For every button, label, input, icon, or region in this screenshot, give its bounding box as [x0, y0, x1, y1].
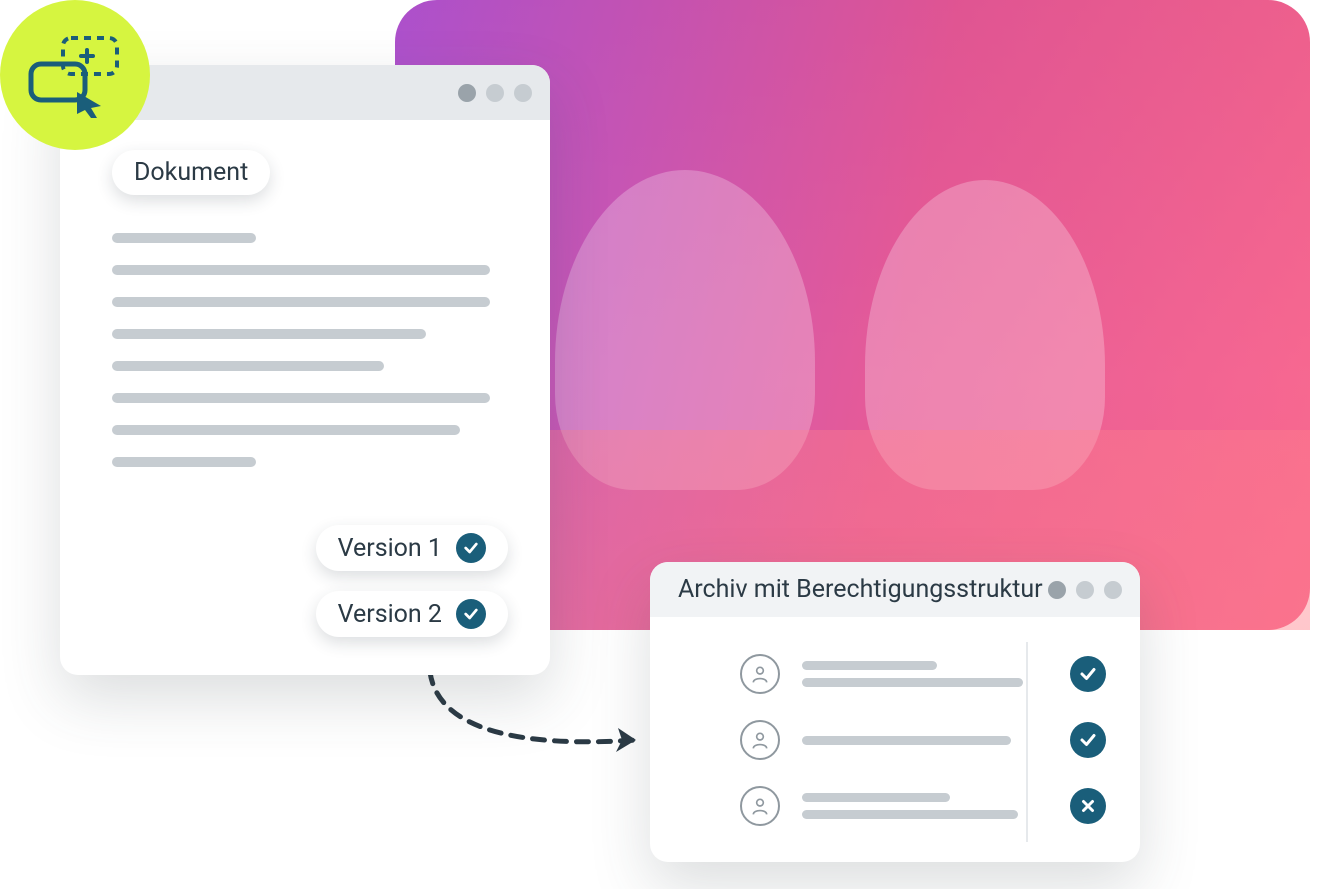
- check-icon: [456, 533, 486, 563]
- placeholder-line: [112, 233, 256, 243]
- user-icon: [740, 654, 780, 694]
- window-dot-icon: [458, 84, 476, 102]
- permission-lines: [802, 793, 1048, 819]
- window-dot-icon: [1104, 581, 1122, 599]
- window-dot-icon: [1076, 581, 1094, 599]
- version-chip: Version 1: [316, 525, 508, 571]
- user-icon: [740, 720, 780, 760]
- permission-row: [740, 654, 1106, 694]
- placeholder-line: [802, 793, 950, 802]
- placeholder-line: [112, 265, 490, 275]
- status-allow-icon: [1070, 656, 1106, 692]
- permission-list: [740, 654, 1106, 826]
- placeholder-line: [112, 329, 426, 339]
- flow-arrow-icon: [410, 670, 670, 770]
- permission-lines: [802, 661, 1048, 687]
- permission-row: [740, 720, 1106, 760]
- document-placeholder-lines: [112, 233, 490, 467]
- document-chip-label: Dokument: [134, 158, 248, 187]
- version-chip-label: Version 1: [338, 534, 442, 563]
- placeholder-line: [112, 393, 490, 403]
- placeholder-line: [112, 457, 256, 467]
- user-icon: [740, 786, 780, 826]
- placeholder-line: [112, 297, 490, 307]
- cursor-icon: [77, 92, 101, 118]
- permission-lines: [802, 736, 1048, 745]
- status-allow-icon: [1070, 722, 1106, 758]
- document-card: Dokument Version 1 Version 2: [60, 65, 550, 675]
- version-chip-list: Version 1 Version 2: [316, 525, 508, 637]
- status-deny-icon: [1070, 788, 1106, 824]
- placeholder-line: [802, 810, 1018, 819]
- document-chip: Dokument: [112, 150, 270, 195]
- duplicate-window-icon: [25, 32, 125, 118]
- archive-title: Archiv mit Berechtigungsstruktur: [678, 575, 1043, 604]
- archive-card: Archiv mit Berechtigungsstruktur: [650, 562, 1140, 862]
- placeholder-line: [112, 361, 384, 371]
- duplicate-badge: [0, 0, 150, 150]
- check-icon: [456, 599, 486, 629]
- placeholder-line: [802, 678, 1023, 687]
- permission-row: [740, 786, 1106, 826]
- window-dot-icon: [514, 84, 532, 102]
- version-chip: Version 2: [316, 591, 508, 637]
- window-dot-icon: [1048, 581, 1066, 599]
- window-dot-icon: [486, 84, 504, 102]
- placeholder-line: [802, 736, 1011, 745]
- placeholder-line: [112, 425, 460, 435]
- placeholder-line: [802, 661, 937, 670]
- version-chip-label: Version 2: [338, 600, 442, 629]
